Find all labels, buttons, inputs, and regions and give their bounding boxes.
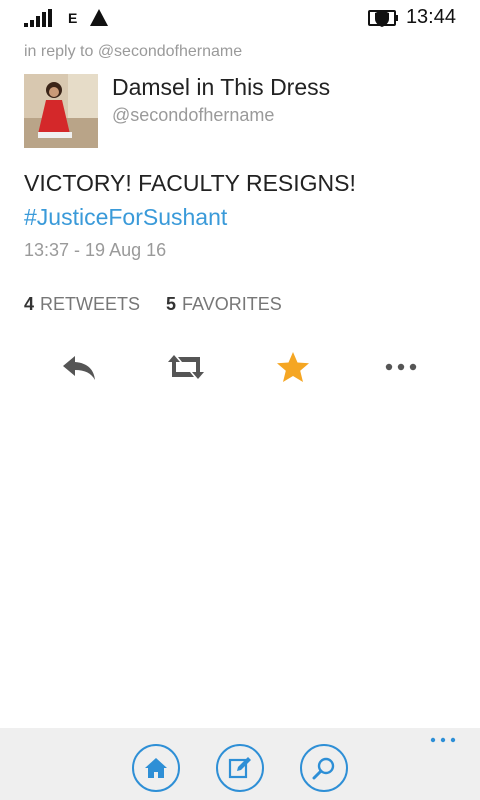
search-button[interactable]: [300, 744, 348, 792]
tweet-timestamp: 13:37 - 19 Aug 16: [24, 240, 167, 260]
retweets-stat[interactable]: 4 RETWEETS: [24, 294, 140, 314]
favorites-count: 5: [166, 294, 177, 314]
more-button[interactable]: [381, 348, 421, 386]
compose-button[interactable]: [216, 744, 264, 792]
search-icon: [312, 757, 335, 780]
author-name[interactable]: Damsel in This Dress: [112, 74, 330, 101]
status-bar: E 13:44: [0, 0, 480, 36]
favorite-button[interactable]: [273, 348, 313, 386]
compose-icon: [228, 757, 251, 779]
avatar[interactable]: [24, 74, 98, 148]
app-bar-ellipsis-icon[interactable]: [430, 736, 456, 744]
triangle-icon: [90, 9, 108, 26]
shield-battery-icon: [368, 10, 398, 27]
retweet-button[interactable]: [166, 348, 206, 386]
home-button[interactable]: [132, 744, 180, 792]
star-icon: [277, 352, 309, 382]
home-icon: [145, 758, 167, 778]
retweet-icon: [168, 355, 204, 379]
tweet-stats: 4 RETWEETS 5 FAVORITES: [24, 294, 282, 315]
network-type-label: E: [68, 10, 78, 26]
retweets-label: RETWEETS: [40, 294, 141, 314]
author-handle[interactable]: @secondofhername: [112, 105, 274, 126]
reply-icon: [63, 356, 95, 380]
clock: 13:44: [405, 6, 456, 28]
reply-button[interactable]: [59, 348, 99, 386]
signal-strength-icon: [24, 9, 52, 27]
hashtag-link[interactable]: #JusticeForSushant: [24, 200, 227, 234]
app-bar: [0, 728, 480, 800]
ellipsis-icon: [385, 363, 417, 371]
favorites-label: FAVORITES: [182, 294, 282, 314]
in-reply-to-link[interactable]: in reply to @secondofhername: [24, 43, 242, 61]
favorites-stat[interactable]: 5 FAVORITES: [166, 294, 282, 314]
retweets-count: 4: [24, 294, 35, 314]
tweet-text: VICTORY! FACULTY RESIGNS!: [24, 170, 356, 196]
